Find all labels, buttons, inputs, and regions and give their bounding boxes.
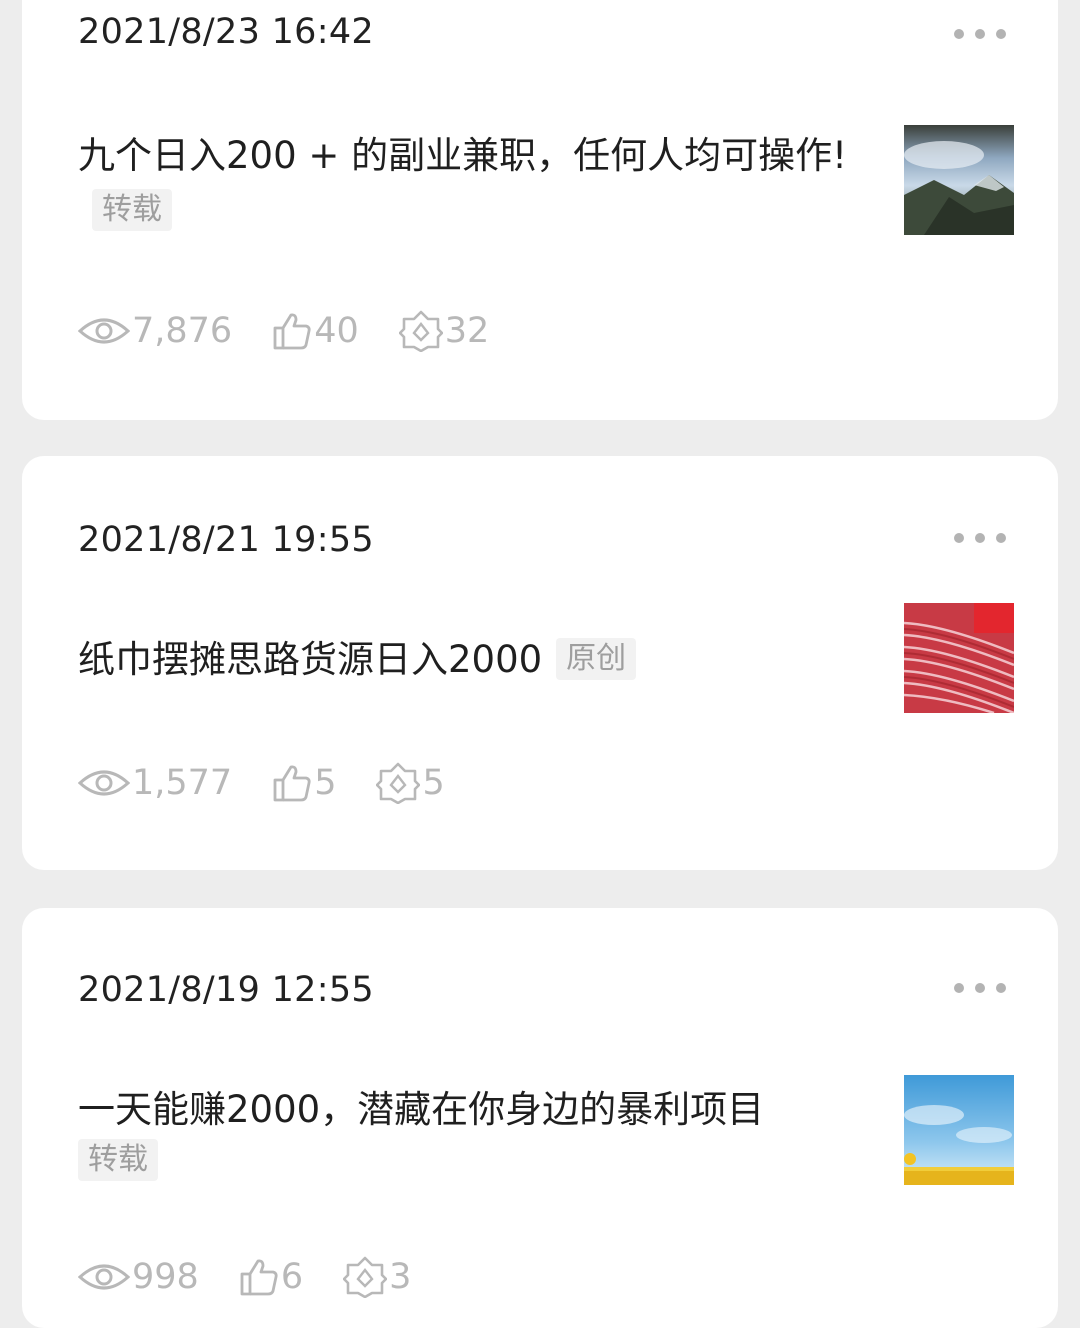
post-card[interactable]: 2021/8/19 12:55 一天能赚2000，潜藏在你身边的暴利项目 转载	[22, 908, 1058, 1328]
share-icon	[343, 1256, 388, 1298]
eye-icon	[78, 770, 130, 796]
post-date: 2021/8/23 16:42	[78, 12, 374, 52]
more-dots-icon[interactable]	[954, 532, 1006, 544]
views-stat[interactable]: 998	[78, 1257, 199, 1297]
post-tag: 原创	[556, 637, 637, 680]
likes-stat[interactable]: 5	[272, 763, 336, 803]
shares-count: 32	[444, 311, 490, 351]
share-icon	[376, 762, 421, 804]
more-dots-icon[interactable]	[954, 28, 1006, 40]
views-count: 998	[132, 1257, 199, 1297]
post-thumbnail[interactable]	[904, 125, 1014, 235]
post-title-text: 纸巾摆摊思路货源日入2000	[78, 638, 543, 681]
shares-stat[interactable]: 3	[343, 1256, 411, 1298]
eye-icon	[78, 318, 130, 344]
share-icon	[398, 310, 443, 352]
post-title[interactable]: 一天能赚2000，潜藏在你身边的暴利项目 转载	[78, 1082, 868, 1181]
post-date: 2021/8/21 19:55	[78, 520, 374, 560]
post-card[interactable]: 2021/8/21 19:55 纸巾摆摊思路货源日入2000 原创 1,577 …	[22, 456, 1058, 870]
post-tag: 转载	[92, 188, 172, 231]
views-stat[interactable]: 1,577	[78, 763, 232, 803]
likes-stat[interactable]: 40	[272, 311, 359, 351]
post-card[interactable]: 2021/8/23 16:42 九个日入200 + 的副业兼职，任何人均可操作!…	[22, 0, 1058, 420]
likes-count: 5	[314, 763, 337, 803]
eye-icon	[78, 1264, 130, 1290]
post-thumbnail[interactable]	[904, 1075, 1014, 1185]
shares-count: 5	[422, 763, 445, 803]
post-title[interactable]: 九个日入200 + 的副业兼职，任何人均可操作! 转载	[78, 128, 868, 238]
post-thumbnail[interactable]	[904, 603, 1014, 713]
likes-count: 6	[280, 1257, 304, 1297]
thumbs-up-icon	[273, 765, 311, 802]
shares-stat[interactable]: 5	[376, 762, 445, 804]
post-stats: 998 6 3	[78, 1256, 451, 1298]
post-date: 2021/8/19 12:55	[78, 970, 374, 1010]
shares-stat[interactable]: 32	[398, 310, 490, 352]
post-title[interactable]: 纸巾摆摊思路货源日入2000 原创	[78, 632, 868, 687]
shares-count: 3	[389, 1257, 412, 1297]
views-stat[interactable]: 7,876	[78, 311, 232, 351]
likes-count: 40	[314, 311, 359, 351]
views-count: 7,876	[132, 311, 233, 351]
post-title-text: 一天能赚2000，潜藏在你身边的暴利项目	[78, 1088, 765, 1131]
views-count: 1,577	[132, 763, 233, 803]
post-tag: 转载	[78, 1139, 158, 1181]
post-stats: 1,577 5 5	[78, 762, 485, 804]
likes-stat[interactable]: 6	[239, 1257, 303, 1297]
post-title-text: 九个日入200 + 的副业兼职，任何人均可操作!	[78, 134, 847, 177]
thumbs-up-icon	[240, 1259, 278, 1296]
post-stats: 7,876 40 32	[78, 310, 529, 352]
more-dots-icon[interactable]	[954, 982, 1006, 994]
thumbs-up-icon	[273, 313, 311, 350]
